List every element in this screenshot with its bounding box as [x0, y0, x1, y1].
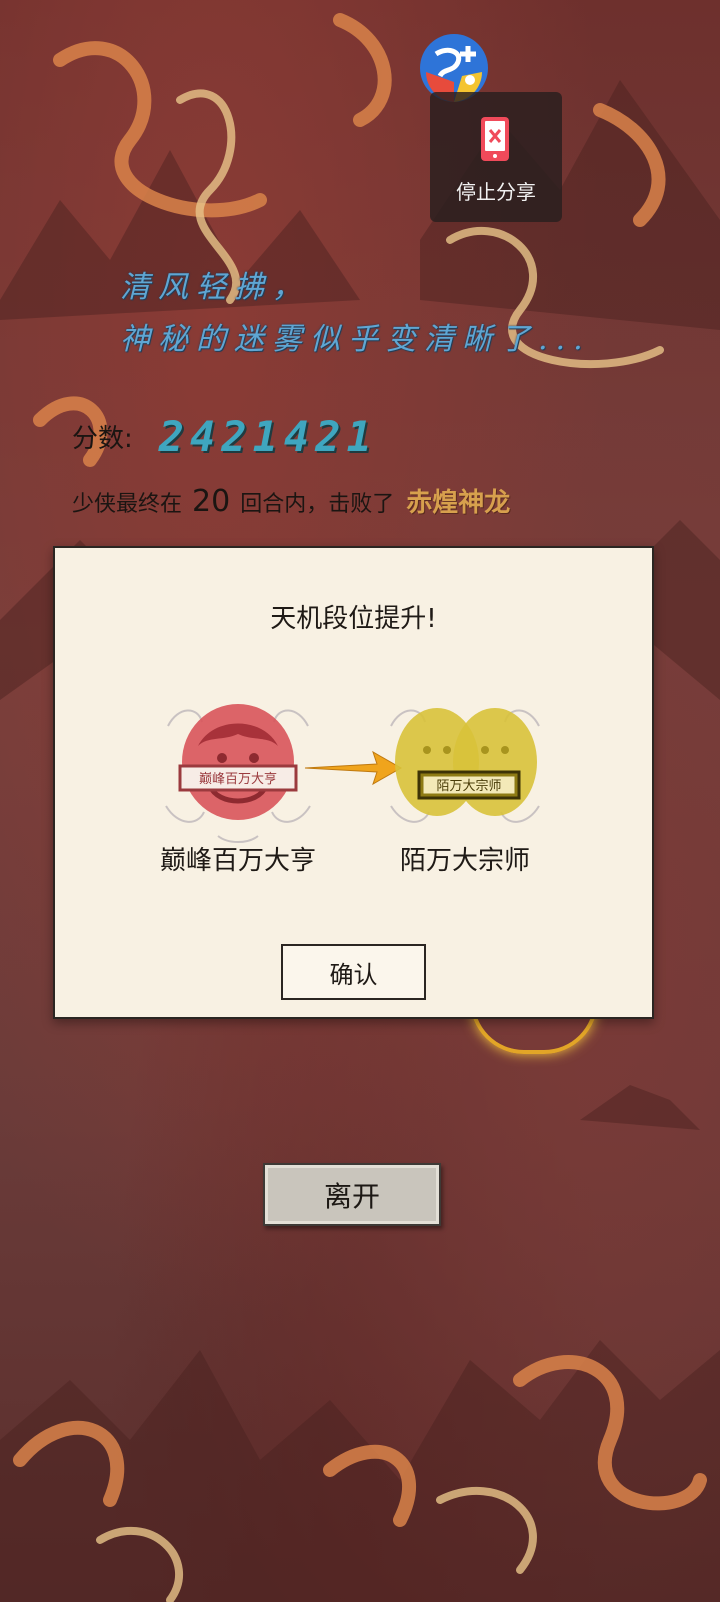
result-prefix: 少侠最终在 — [72, 492, 183, 517]
phone-stop-icon — [481, 117, 509, 161]
poem-line-2: 神秘的迷雾似乎变清晰了... — [120, 322, 591, 357]
dialog-title: 天机段位提升! — [270, 604, 437, 634]
to-badge-text: 陌万大宗师 — [436, 778, 501, 794]
rank-badge-gold-icon: 陌万大宗师 — [390, 708, 540, 823]
result-rounds: 20 — [192, 484, 231, 519]
stop-share-label: 停止分享 — [456, 180, 536, 204]
rank-badge-red-icon: 巅峰百万大亨 — [165, 704, 311, 843]
poem-line-1: 清风轻拂， — [120, 270, 310, 305]
poem-text: 清风轻拂， 神秘的迷雾似乎变清晰了... — [120, 262, 591, 366]
battle-result: 少侠最终在 20 回合内，击败了 赤煌神龙 — [72, 482, 510, 519]
stop-share-panel[interactable]: 停止分享 — [430, 92, 562, 222]
score-label: 分数: — [72, 424, 133, 454]
leave-button[interactable]: 离开 — [263, 1163, 441, 1226]
to-rank-name: 陌万大宗师 — [399, 846, 530, 876]
boss-name: 赤煌神龙 — [406, 488, 511, 518]
rank-up-dialog: 天机段位提升! 巅峰百万大亨 陌万大宗师 巅峰百万大亨 陌万大宗师 确认 — [53, 546, 654, 1019]
confirm-button[interactable]: 确认 — [281, 944, 426, 1000]
result-middle: 回合内，击败了 — [240, 492, 395, 517]
score-row: 分数: 2421421 — [72, 412, 378, 461]
from-badge-text: 巅峰百万大亨 — [199, 771, 277, 787]
score-value: 2421421 — [158, 412, 378, 461]
from-rank-name: 巅峰百万大亨 — [159, 846, 316, 876]
